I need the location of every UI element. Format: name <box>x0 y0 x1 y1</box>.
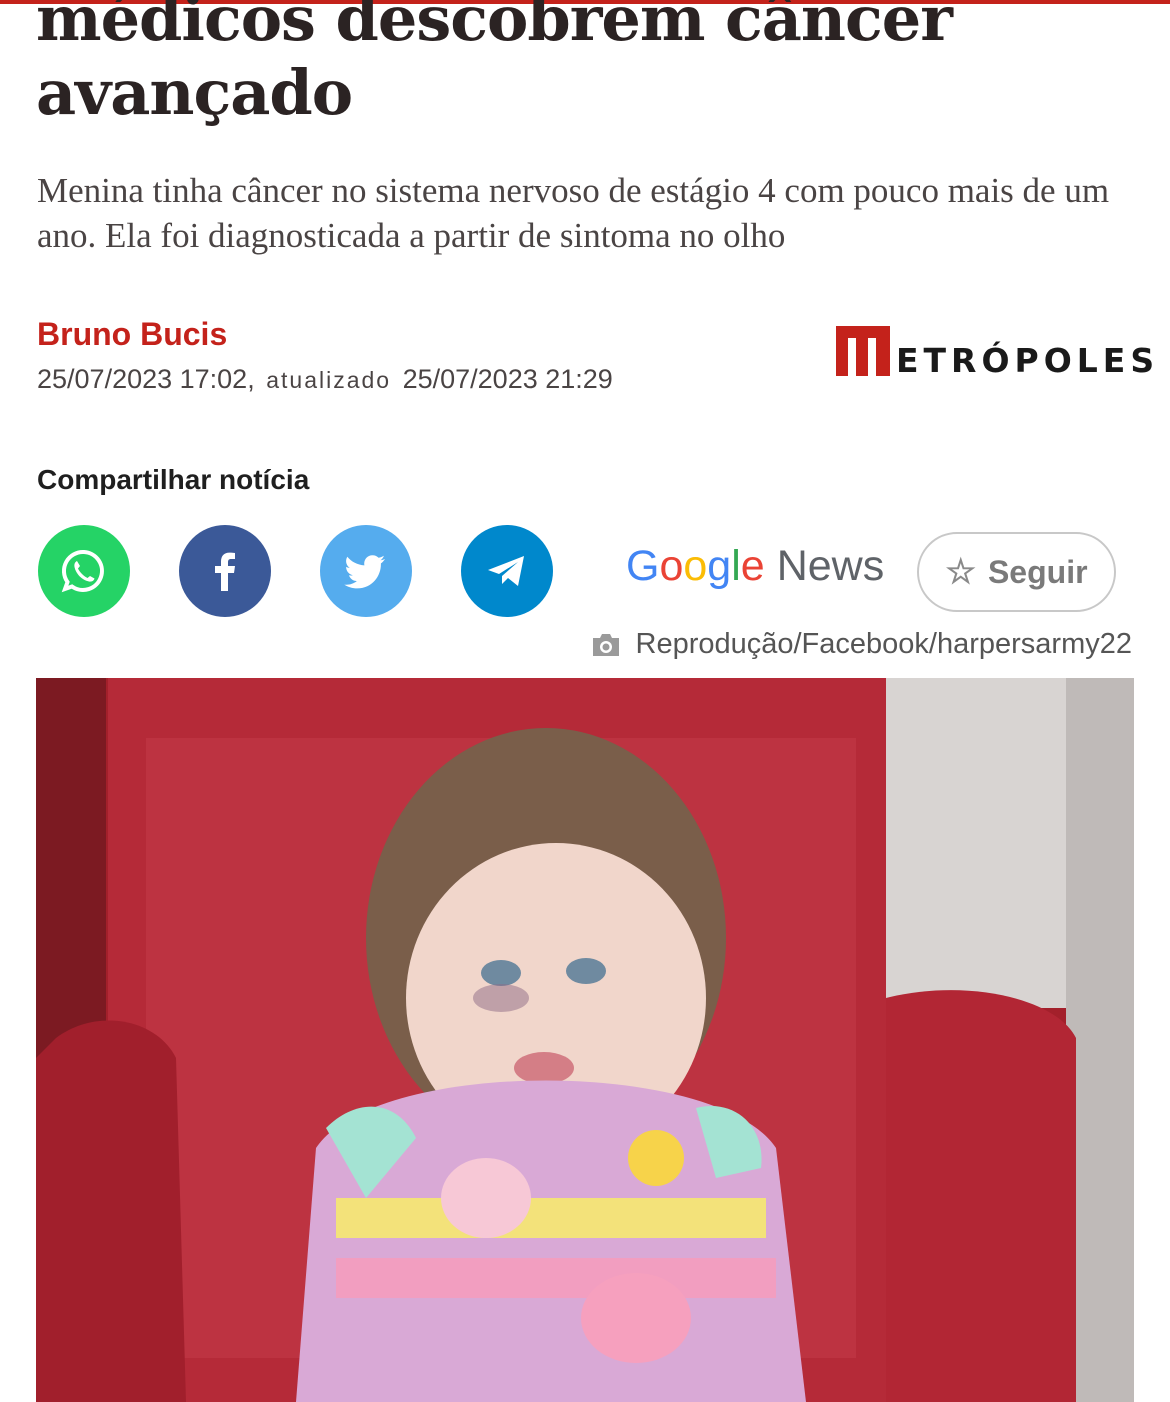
toddler-photo-illustration <box>36 678 1134 1402</box>
whatsapp-icon <box>61 549 104 593</box>
updated-label: atualizado <box>266 367 392 393</box>
twitter-share-button[interactable] <box>320 525 412 617</box>
photo-credit-text: Reprodução/Facebook/harpersarmy22 <box>635 628 1133 660</box>
headline-line-2: avançado <box>36 56 353 129</box>
telegram-icon <box>488 556 524 586</box>
updated-date: 25/07/2023 21:29 <box>402 364 613 394</box>
share-label: Compartilhar notícia <box>37 464 310 495</box>
whatsapp-share-button[interactable] <box>38 525 130 617</box>
article-subtitle: Menina tinha câncer no sistema nervoso d… <box>37 171 1110 255</box>
author-link[interactable]: Bruno Bucis <box>37 316 227 353</box>
google-news-icon: Google <box>626 542 765 590</box>
headline-line-1: médicos descobrem câncer <box>36 0 953 55</box>
article-photo[interactable] <box>36 678 1134 1402</box>
facebook-icon <box>215 552 235 591</box>
camera-icon <box>592 633 619 656</box>
article-dates: 25/07/2023 17:02, atualizado 25/07/2023 … <box>37 364 613 395</box>
logo-m-mark <box>836 326 890 376</box>
facebook-share-button[interactable] <box>179 525 271 617</box>
telegram-share-button[interactable] <box>461 525 553 617</box>
photo-credit: Reprodução/Facebook/harpersarmy22 <box>590 628 1133 661</box>
follow-button[interactable]: ☆ Seguir <box>917 532 1116 612</box>
google-news-link[interactable]: Google News <box>626 542 884 591</box>
article-headline: médicos descobrem câncer avançado <box>36 0 1136 130</box>
star-icon: ☆ <box>945 553 976 591</box>
twitter-icon <box>344 555 385 589</box>
metropoles-logo[interactable]: ETRÓPOLES <box>836 322 1160 380</box>
google-news-label: News <box>776 542 885 590</box>
logo-wordmark: ETRÓPOLES <box>896 341 1160 380</box>
published-date: 25/07/2023 17:02, <box>37 364 255 394</box>
follow-label: Seguir <box>987 553 1088 590</box>
